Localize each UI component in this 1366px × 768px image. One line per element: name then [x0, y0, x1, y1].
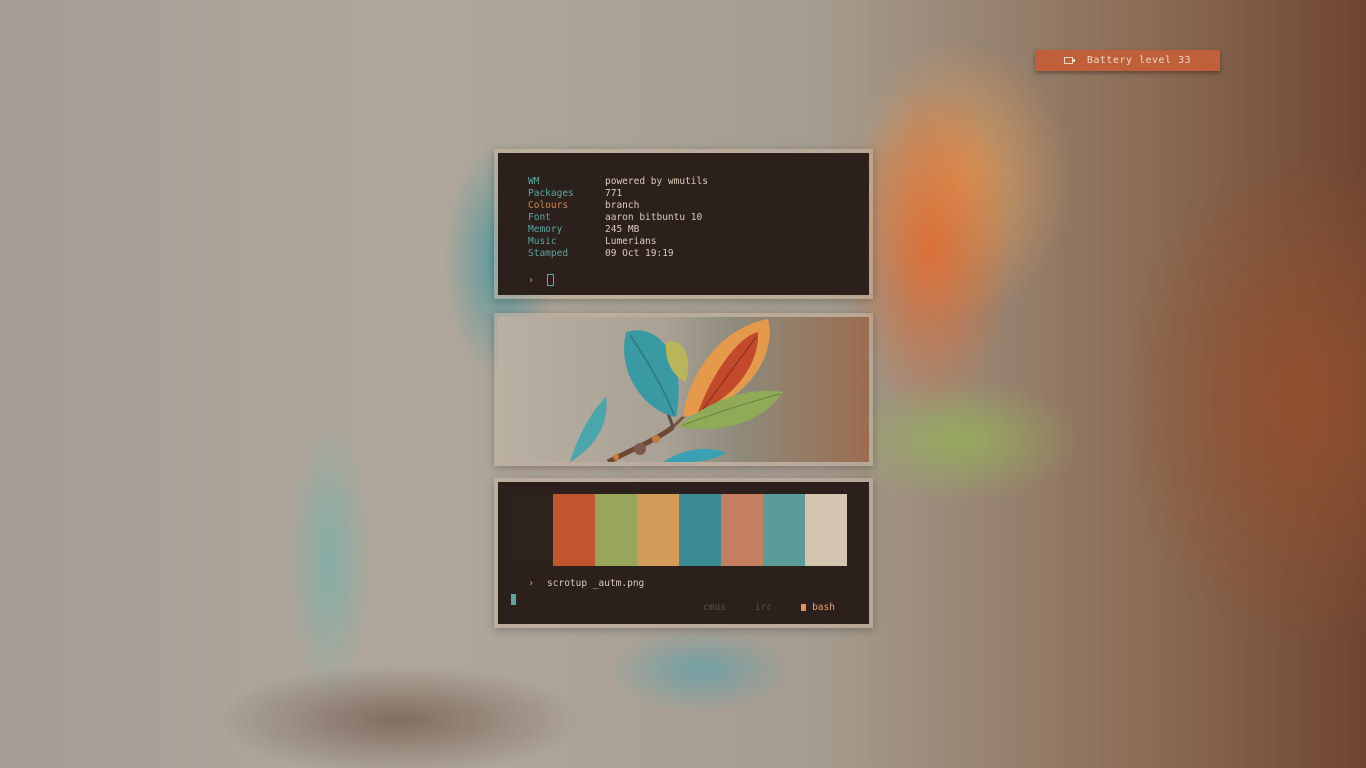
- info-value: branch: [605, 200, 640, 211]
- info-key: Packages: [528, 188, 574, 199]
- text-cursor: [511, 594, 516, 605]
- palette-terminal-body[interactable]: › scrotup _autm.png cmus irc bash: [498, 482, 869, 624]
- info-value: 09 Oct 19:19: [605, 248, 674, 259]
- shell-command-text: scrotup _autm.png: [547, 578, 645, 589]
- shell-prompt[interactable]: ›: [528, 274, 555, 286]
- color-swatch: [679, 494, 721, 566]
- leaf-illustration: [570, 319, 783, 462]
- prompt-arrow-icon: ›: [528, 274, 535, 286]
- info-terminal-body[interactable]: WM powered by wmutils Packages 771 Colou…: [498, 153, 869, 295]
- battery-icon: [1063, 57, 1075, 64]
- info-value: 771: [605, 188, 623, 199]
- tab-irc[interactable]: irc: [755, 602, 772, 613]
- tab-cmus[interactable]: cmus: [703, 602, 726, 613]
- tab-bash-label: bash: [812, 602, 835, 613]
- leaf-photo: [498, 317, 869, 462]
- color-palette: [511, 494, 847, 566]
- shell-command-line[interactable]: › scrotup _autm.png: [528, 578, 644, 589]
- desktop-wallpaper: Battery level 33 WM powered by wmutils P…: [0, 0, 1366, 768]
- color-swatch: [637, 494, 679, 566]
- active-tab-indicator: [801, 604, 807, 611]
- info-row: Colours branch: [528, 200, 869, 212]
- info-value: aaron bitbuntu 10: [605, 212, 703, 223]
- info-value: Lumerians: [605, 236, 657, 247]
- info-terminal-window[interactable]: WM powered by wmutils Packages 771 Colou…: [494, 149, 873, 299]
- info-key: Memory: [528, 224, 563, 235]
- color-swatch: [553, 494, 595, 566]
- info-value: powered by wmutils: [605, 176, 708, 187]
- info-row: Memory 245 MB: [528, 224, 869, 236]
- info-value: 245 MB: [605, 224, 640, 235]
- info-key: Music: [528, 236, 557, 247]
- info-row: WM powered by wmutils: [528, 176, 869, 188]
- color-swatch: [763, 494, 805, 566]
- color-swatch: [721, 494, 763, 566]
- text-cursor: [547, 274, 555, 286]
- tmux-tab-bar: cmus irc bash: [703, 602, 835, 613]
- tab-bash[interactable]: bash: [801, 602, 835, 613]
- info-key: WM: [528, 176, 540, 187]
- battery-status-bar: Battery level 33: [1035, 50, 1220, 71]
- info-row: Stamped 09 Oct 19:19: [528, 248, 869, 260]
- image-viewer-window[interactable]: [494, 313, 873, 466]
- info-row: Packages 771: [528, 188, 869, 200]
- palette-terminal-window[interactable]: › scrotup _autm.png cmus irc bash: [494, 478, 873, 628]
- battery-label: Battery level 33: [1086, 55, 1192, 66]
- prompt-arrow-icon: ›: [528, 578, 535, 589]
- info-key: Stamped: [528, 248, 569, 259]
- color-swatch: [595, 494, 637, 566]
- info-row: Font aaron bitbuntu 10: [528, 212, 869, 224]
- info-row: Music Lumerians: [528, 236, 869, 248]
- color-swatch: [805, 494, 847, 566]
- info-key: Colours: [528, 200, 569, 211]
- color-swatch: [511, 494, 553, 566]
- info-key: Font: [528, 212, 551, 223]
